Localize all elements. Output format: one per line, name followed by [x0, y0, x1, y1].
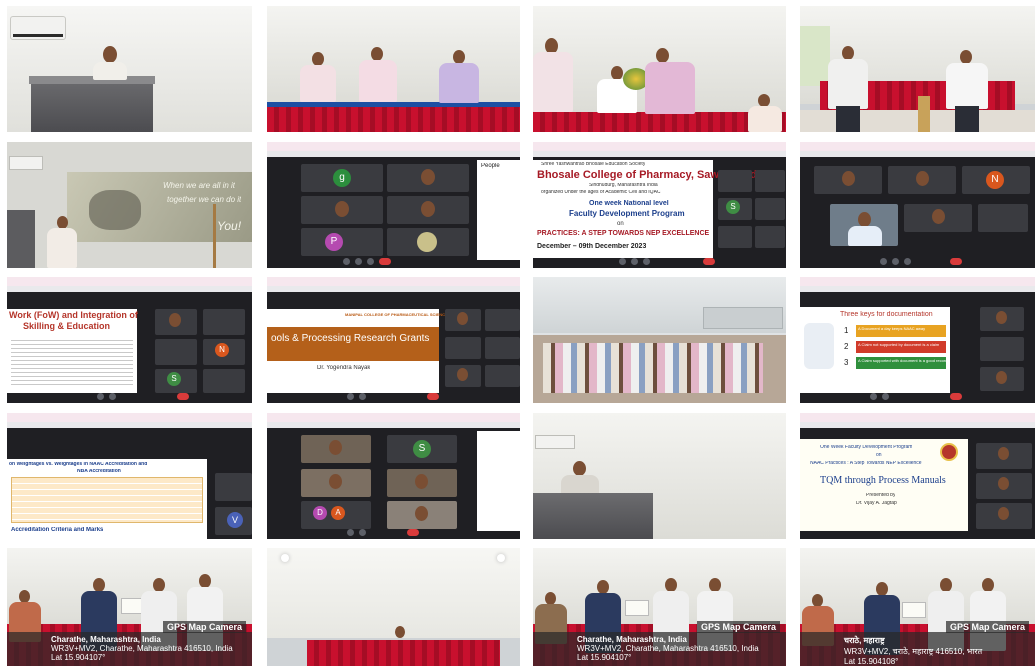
- gps-stamp-3: GPS Map Camera चराठे, महाराष्ट्र WR3V+MV…: [800, 621, 1035, 666]
- gps-stamp-2: GPS Map Camera Charathe, Maharashtra, In…: [533, 621, 786, 666]
- people-panel-title: People: [481, 163, 500, 169]
- photo-certificate-2: GPS Map Camera Charathe, Maharashtra, In…: [533, 548, 786, 666]
- research-slide-speaker: Dr. Yogendra Nayak: [317, 365, 371, 371]
- participant-avatar-g: g: [333, 169, 351, 187]
- zoom-screen-naac-slide: on Weightages vs. Weightages in NAAC Acc…: [7, 413, 252, 539]
- photo-felicitation-2: [533, 6, 786, 132]
- oil-lamp: [918, 96, 930, 132]
- college-seal: [940, 443, 958, 461]
- participant-avatar-p: P: [325, 233, 343, 251]
- zoom-screen-fow-slide: Work (FoW) and Integration of Skilling &…: [7, 277, 252, 403]
- keys-slide: Three keys for documentation 1 A Documen…: [800, 307, 950, 393]
- podium: [533, 493, 653, 539]
- podium: [31, 78, 153, 132]
- keys-slide-title: Three keys for documentation: [840, 311, 933, 318]
- research-slide-title: ools & Processing Research Grants: [271, 333, 430, 344]
- projector-text-3: You!: [217, 220, 242, 233]
- photo-stage-hall: [267, 548, 520, 666]
- projector-text-1: When we are all in it: [163, 182, 236, 190]
- fow-slide: Work (FoW) and Integration of Skilling &…: [7, 309, 138, 393]
- photo-seminar-hall: [533, 277, 786, 403]
- naac-slide: on Weightages vs. Weightages in NAAC Acc…: [7, 459, 207, 539]
- zoom-screen-participants-1: g P People: [267, 142, 520, 268]
- naac-slide-title-2: NBA Accreditation: [77, 469, 121, 474]
- zoom-screen-participants-2: N: [800, 142, 1035, 268]
- gps-stamp-1: GPS Map Camera Charathe, Maharashtra, In…: [7, 621, 252, 666]
- projection-screen: When we are all in it together we can do…: [67, 172, 252, 242]
- projector-text-2: together we can do it: [167, 196, 242, 204]
- tqm-slide-title: TQM through Process Manuals: [820, 475, 946, 486]
- photo-speaker-podium-2: [533, 413, 786, 539]
- audience: [543, 343, 763, 393]
- zoom-screen-research-grants: MANIPAL COLLEGE OF PHARMACEUTICAL SCIENC…: [267, 277, 520, 403]
- naac-slide-title-1: on Weightages vs. Weightages in NAAC Acc…: [9, 462, 148, 467]
- photo-lamp-lighting: [800, 6, 1035, 132]
- photo-certificate-1: GPS Map Camera Charathe, Maharashtra, In…: [7, 548, 252, 666]
- speaker-head: [103, 46, 117, 63]
- photo-certificate-3: GPS Map Camera चराठे, महाराष्ट्र WR3V+MV…: [800, 548, 1035, 666]
- photo-felicitation-1: [267, 6, 520, 132]
- photo-projector-presentation: When we are all in it together we can do…: [7, 142, 252, 268]
- fow-slide-title-1: Work (FoW) and Integration of: [9, 311, 138, 320]
- zoom-screen-three-keys: Three keys for documentation 1 A Documen…: [800, 277, 1035, 403]
- fdp-banner: Shree Yashwantrao Bhosale Education Soci…: [533, 160, 760, 258]
- zoom-screen-tqm-slide: One Week Faculty Development Program on …: [800, 413, 1035, 539]
- research-slide: MANIPAL COLLEGE OF PHARMACEUTICAL SCIENC…: [267, 309, 450, 393]
- tqm-slide: One Week Faculty Development Program on …: [800, 439, 968, 531]
- zoom-screen-fdp-banner: Shree Yashwantrao Bhosale Education Soci…: [533, 142, 786, 268]
- zoom-screen-participants-3: S DA: [267, 413, 520, 539]
- fow-slide-title-2: Skilling & Education: [23, 322, 111, 331]
- fdp-theme: PRACTICES: A STEP TOWARDS NEP EXCELLENCE: [537, 230, 710, 237]
- photo-speaker-podium: [7, 6, 252, 132]
